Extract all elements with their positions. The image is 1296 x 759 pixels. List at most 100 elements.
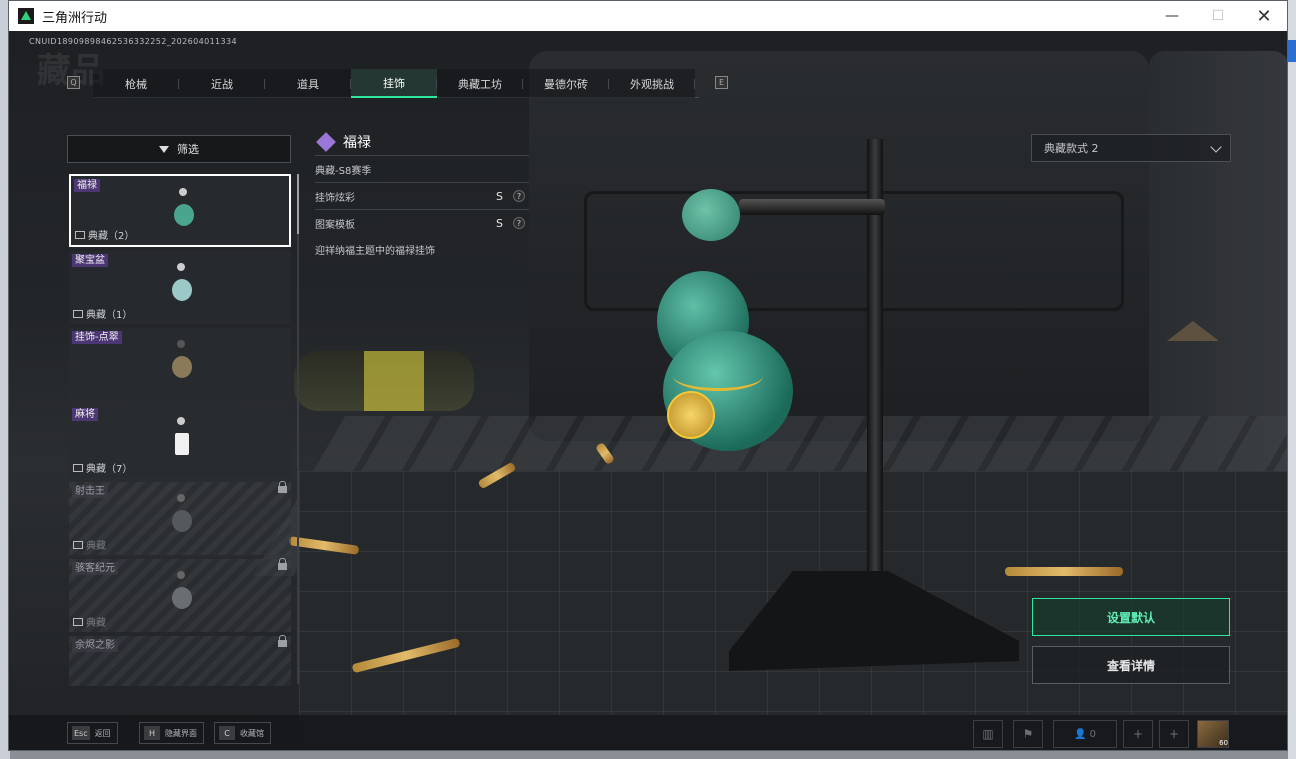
charm-list: 福禄 典藏（2） 聚宝盆 典藏（1） 挂饰-点翠 麻将 典藏（7） 射击王 典藏… (69, 174, 291, 686)
list-item[interactable]: 骇客纪元 典藏 (69, 558, 291, 632)
item-tag-text: 典藏 (86, 541, 106, 552)
item-tag: 典藏（1） (73, 306, 132, 321)
tab-prev-key[interactable]: Q (67, 76, 80, 89)
item-thumbnail (169, 263, 193, 305)
list-scrollbar-thumb[interactable] (297, 174, 299, 234)
game-window: 三角洲行动 — ☐ ✕ 藏品 CNUID18909898462536332252… (8, 0, 1288, 751)
item-thumbnail (169, 494, 193, 536)
thumb-knot (177, 340, 185, 348)
item-thumbnail (169, 417, 193, 459)
list-item[interactable]: 余烬之影 (69, 635, 291, 686)
flag-icon[interactable]: ⚑ (1013, 720, 1043, 748)
collection-screen: 藏品 CNUID18909898462536332252_20260401133… (9, 31, 1287, 750)
item-name: 福禄 (74, 179, 100, 192)
gourd-charm-model[interactable] (645, 271, 795, 461)
variant-value: 典藏款式 2 (1044, 142, 1099, 155)
thumb-body (174, 204, 194, 226)
team-count: 0 (1089, 728, 1096, 740)
tab-charms[interactable]: 挂饰 (351, 69, 437, 98)
item-tag: 典藏 (73, 614, 106, 629)
set-default-button[interactable]: 设置默认 (1032, 598, 1230, 636)
charm-knot-ornament (682, 189, 740, 241)
item-name: 射击王 (72, 485, 108, 498)
tab-items[interactable]: 道具 (265, 69, 351, 98)
category-tabs: 枪械 近战 道具 挂饰 典藏工坊 曼德尔砖 外观挑战 (93, 69, 699, 98)
filter-button[interactable]: 筛选 (67, 135, 291, 163)
item-name: 挂饰-点翠 (72, 331, 122, 344)
item-tag: 典藏（7） (73, 460, 132, 475)
lock-icon (278, 635, 287, 647)
row-label: 挂饰炫彩 (315, 192, 355, 204)
tab-appearance-challenge[interactable]: 外观挑战 (609, 69, 695, 98)
item-name: 聚宝盆 (72, 254, 108, 267)
item-thumbnail (169, 571, 193, 613)
bottle-prop (294, 351, 474, 411)
bullet-prop (1005, 567, 1123, 576)
key-cap: H (144, 726, 160, 740)
list-scrollbar[interactable] (297, 174, 299, 684)
filter-label: 筛选 (177, 143, 199, 156)
thumb-body (172, 510, 192, 532)
add-slot-button[interactable]: + (1123, 720, 1153, 748)
hint-label: 收藏馆 (240, 728, 264, 738)
player-avatar[interactable]: 60 (1197, 720, 1229, 748)
view-details-button[interactable]: 查看详情 (1032, 646, 1230, 684)
detail-season: 典藏-S8赛季 (315, 155, 529, 182)
maximize-button[interactable]: ☐ (1195, 1, 1241, 31)
cnuid-label: CNUID18909898462536332252_202604011334 (29, 37, 238, 46)
hide-ui-hint[interactable]: H 隐藏界面 (139, 722, 204, 744)
list-item[interactable]: 聚宝盆 典藏（1） (69, 251, 291, 324)
item-name: 骇客纪元 (72, 562, 118, 575)
team-button[interactable]: 👤 0 (1053, 720, 1117, 748)
variant-dropdown[interactable]: 典藏款式 2 (1031, 134, 1231, 162)
key-cap: C (219, 726, 235, 740)
thumb-knot (177, 263, 185, 271)
tab-mandel-brick[interactable]: 曼德尔砖 (523, 69, 609, 98)
lock-icon (278, 558, 287, 570)
minimize-button[interactable]: — (1149, 1, 1195, 31)
chevron-down-icon (1210, 141, 1222, 153)
tab-next-key[interactable]: E (715, 76, 728, 89)
charm-stand-arm (739, 199, 885, 215)
item-tag-text: 典藏（2） (88, 231, 135, 242)
item-tag-text: 典藏（1） (86, 310, 133, 321)
thumb-body (172, 279, 192, 301)
desktop-right-edge (1288, 0, 1296, 759)
app-logo-icon (18, 8, 34, 24)
detail-header: 福禄 (315, 129, 529, 155)
back-hint[interactable]: Esc 返回 (67, 722, 118, 744)
stats-chart-icon[interactable]: ▥ (973, 720, 1003, 748)
key-cap: Esc (72, 726, 90, 740)
detail-row-finish: 挂饰炫彩 S ? (315, 182, 529, 209)
add-slot-button[interactable]: + (1159, 720, 1189, 748)
help-icon[interactable]: ? (513, 217, 525, 229)
list-item[interactable]: 射击王 典藏 (69, 481, 291, 555)
close-button[interactable]: ✕ (1241, 1, 1287, 31)
tab-guns[interactable]: 枪械 (93, 69, 179, 98)
detail-title: 福禄 (343, 135, 371, 151)
thumb-knot (177, 417, 185, 425)
image-icon (73, 463, 83, 472)
thumb-knot (179, 188, 187, 196)
item-tag-text: 典藏（7） (86, 464, 133, 475)
thumb-knot (177, 571, 185, 579)
thumb-knot (177, 494, 185, 502)
bottle-label (364, 351, 424, 411)
list-item[interactable]: 福禄 典藏（2） (69, 174, 291, 247)
collection-hall-hint[interactable]: C 收藏馆 (214, 722, 271, 744)
bottom-hint-bar: Esc 返回 H 隐藏界面 C 收藏馆 ▥ ⚑ 👤 0 + + 60 (9, 715, 1287, 750)
list-item[interactable]: 麻将 典藏（7） (69, 405, 291, 478)
filter-icon (159, 145, 169, 153)
tab-workshop[interactable]: 典藏工坊 (437, 69, 523, 98)
gourd-chain (673, 361, 763, 391)
season-text: 典藏-S8赛季 (315, 165, 372, 177)
title-bar: 三角洲行动 — ☐ ✕ (9, 1, 1287, 31)
tab-melee[interactable]: 近战 (179, 69, 265, 98)
row-label: 图案模板 (315, 219, 355, 231)
desktop-blue-marker (1288, 40, 1296, 62)
list-item[interactable]: 挂饰-点翠 (69, 328, 291, 401)
item-thumbnail (171, 188, 195, 230)
item-tag: 典藏 (73, 537, 106, 552)
image-icon (73, 540, 83, 549)
help-icon[interactable]: ? (513, 190, 525, 202)
